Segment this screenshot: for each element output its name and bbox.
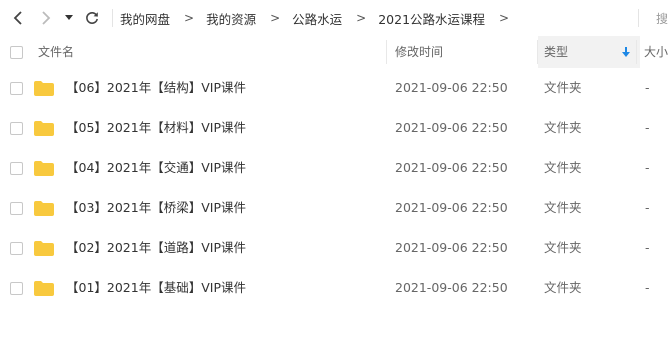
- forward-button[interactable]: [36, 8, 56, 28]
- file-name[interactable]: 【02】2021年【道路】VIP课件: [66, 228, 246, 268]
- file-row[interactable]: 【02】2021年【道路】VIP课件 2021-09-06 22:50 文件夹 …: [0, 228, 668, 268]
- file-modified: 2021-09-06 22:50: [395, 240, 508, 255]
- file-modified: 2021-09-06 22:50: [395, 80, 508, 95]
- file-size: -: [645, 80, 650, 95]
- file-row[interactable]: 【04】2021年【交通】VIP课件 2021-09-06 22:50 文件夹 …: [0, 148, 668, 188]
- refresh-icon: [86, 11, 98, 24]
- history-dropdown-button[interactable]: [62, 8, 76, 28]
- file-row[interactable]: 【01】2021年【基础】VIP课件 2021-09-06 22:50 文件夹 …: [0, 268, 668, 308]
- row-checkbox[interactable]: [10, 202, 23, 215]
- column-header-size[interactable]: 大小: [644, 36, 668, 68]
- column-divider[interactable]: [636, 40, 637, 64]
- file-type: 文件夹: [544, 160, 582, 175]
- file-size: -: [645, 200, 650, 215]
- file-type: 文件夹: [544, 120, 582, 135]
- file-name[interactable]: 【05】2021年【材料】VIP课件: [66, 108, 246, 148]
- breadcrumb-item-my-resources[interactable]: 我的资源: [194, 9, 256, 28]
- chevron-right-icon: [42, 11, 51, 25]
- file-name[interactable]: 【03】2021年【桥梁】VIP课件: [66, 188, 246, 228]
- breadcrumb-separator: >: [184, 11, 195, 25]
- breadcrumb-item-highway-waterway[interactable]: 公路水运: [280, 9, 342, 28]
- file-size: -: [645, 240, 650, 255]
- row-checkbox[interactable]: [10, 162, 23, 175]
- search-input[interactable]: 搜: [656, 10, 668, 27]
- folder-icon: [34, 201, 54, 216]
- row-checkbox[interactable]: [10, 82, 23, 95]
- folder-icon: [34, 81, 54, 96]
- file-type: 文件夹: [544, 240, 582, 255]
- file-size: -: [645, 120, 650, 135]
- column-header-type-label: 类型: [544, 45, 569, 59]
- breadcrumb: 我的网盘 > 我的资源 > 公路水运 > 2021公路水运课程 >: [112, 8, 509, 28]
- breadcrumb-separator: >: [270, 11, 281, 25]
- row-checkbox[interactable]: [10, 242, 23, 255]
- file-modified: 2021-09-06 22:50: [395, 160, 508, 175]
- dropdown-arrow-icon: [65, 15, 73, 20]
- file-name[interactable]: 【04】2021年【交通】VIP课件: [66, 148, 246, 188]
- column-header-type[interactable]: 类型: [538, 36, 640, 68]
- file-type: 文件夹: [544, 80, 582, 95]
- column-header-modified[interactable]: 修改时间: [395, 36, 535, 68]
- breadcrumb-separator: >: [499, 11, 510, 25]
- row-checkbox[interactable]: [10, 282, 23, 295]
- breadcrumb-separator: >: [356, 11, 367, 25]
- column-divider[interactable]: [386, 40, 387, 64]
- chevron-left-icon: [13, 11, 22, 25]
- file-row[interactable]: 【05】2021年【材料】VIP课件 2021-09-06 22:50 文件夹 …: [0, 108, 668, 148]
- folder-icon: [34, 161, 54, 176]
- file-row[interactable]: 【06】2021年【结构】VIP课件 2021-09-06 22:50 文件夹 …: [0, 68, 668, 108]
- select-all-checkbox[interactable]: [10, 46, 23, 59]
- file-size: -: [645, 160, 650, 175]
- row-checkbox[interactable]: [10, 122, 23, 135]
- file-size: -: [645, 280, 650, 295]
- back-button[interactable]: [8, 8, 28, 28]
- folder-icon: [34, 281, 54, 296]
- file-modified: 2021-09-06 22:50: [395, 120, 508, 135]
- folder-icon: [34, 241, 54, 256]
- sort-down-arrow-icon: [622, 47, 630, 57]
- file-type: 文件夹: [544, 280, 582, 295]
- divider: [638, 9, 639, 27]
- folder-icon: [34, 121, 54, 136]
- file-modified: 2021-09-06 22:50: [395, 280, 508, 295]
- file-modified: 2021-09-06 22:50: [395, 200, 508, 215]
- breadcrumb-item-2021-course[interactable]: 2021公路水运课程: [366, 9, 485, 28]
- file-type: 文件夹: [544, 200, 582, 215]
- file-row[interactable]: 【03】2021年【桥梁】VIP课件 2021-09-06 22:50 文件夹 …: [0, 188, 668, 228]
- refresh-button[interactable]: [82, 8, 102, 28]
- breadcrumb-item-my-disk[interactable]: 我的网盘: [112, 9, 170, 28]
- toolbar: 我的网盘 > 我的资源 > 公路水运 > 2021公路水运课程 > 搜: [0, 0, 668, 36]
- file-name[interactable]: 【06】2021年【结构】VIP课件: [66, 68, 246, 108]
- file-name[interactable]: 【01】2021年【基础】VIP课件: [66, 268, 246, 308]
- column-header-name[interactable]: 文件名: [38, 36, 384, 68]
- column-header: 文件名 修改时间 类型 大小: [0, 36, 668, 68]
